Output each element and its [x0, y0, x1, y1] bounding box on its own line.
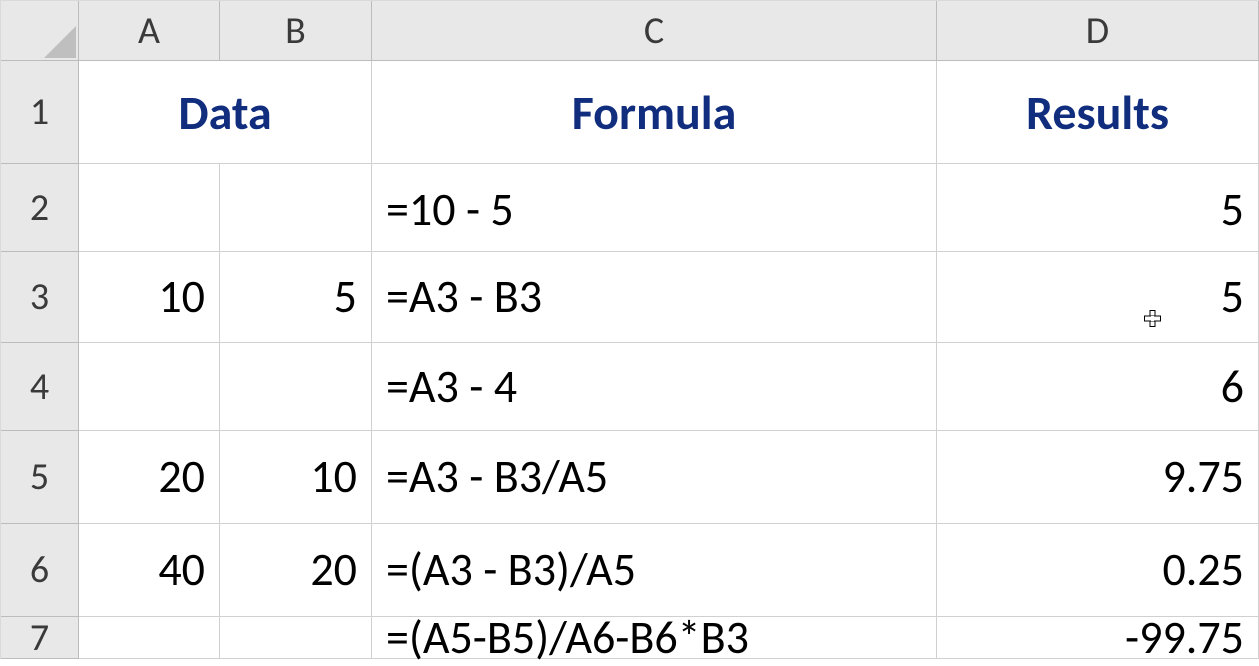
column-header-D[interactable]: D [937, 1, 1259, 61]
cell-C7[interactable]: =(A5-B5)/A6-B6*B3 [372, 617, 937, 659]
column-header-C[interactable]: C [372, 1, 937, 61]
cell-B4[interactable] [220, 343, 372, 431]
row-header-7[interactable]: 7 [1, 617, 79, 659]
cell-A5[interactable]: 20 [79, 431, 220, 524]
cell-A6[interactable]: 40 [79, 524, 220, 617]
row-header-label: 6 [30, 547, 49, 593]
cell-value: 20 [158, 449, 205, 505]
row-header-4[interactable]: 4 [1, 343, 79, 431]
cell-value: 0.25 [1162, 542, 1244, 598]
cell-B7[interactable] [220, 617, 372, 659]
header-formula-label: Formula [572, 83, 737, 142]
cell-value: =(A5-B5)/A6-B6*B3 [386, 610, 749, 666]
cell-value: =A3 - B3/A5 [386, 449, 608, 505]
column-header-label: C [644, 8, 664, 54]
cell-C5[interactable]: =A3 - B3/A5 [372, 431, 937, 524]
cell-B6[interactable]: 20 [220, 524, 372, 617]
cell-B3[interactable]: 5 [220, 252, 372, 343]
cell-value: 5 [1221, 269, 1244, 325]
column-header-A[interactable]: A [79, 1, 220, 61]
select-all-triangle-icon [40, 22, 76, 58]
cell-D1[interactable]: Results [937, 61, 1259, 164]
cell-B5[interactable]: 10 [220, 431, 372, 524]
cell-value: 10 [158, 269, 205, 325]
cell-B2[interactable] [220, 164, 372, 252]
cell-A2[interactable] [79, 164, 220, 252]
cell-C4[interactable]: =A3 - 4 [372, 343, 937, 431]
row-header-label: 5 [30, 454, 49, 500]
cell-C3[interactable]: =A3 - B3 [372, 252, 937, 343]
row-header-5[interactable]: 5 [1, 431, 79, 524]
cell-A3[interactable]: 10 [79, 252, 220, 343]
cell-D3[interactable]: 5 [937, 252, 1259, 343]
cell-C1[interactable]: Formula [372, 61, 937, 164]
cell-value: =10 - 5 [386, 182, 514, 238]
cell-value: 9.75 [1162, 449, 1244, 505]
cell-A4[interactable] [79, 343, 220, 431]
row-header-label: 2 [30, 185, 49, 231]
row-header-2[interactable]: 2 [1, 164, 79, 252]
row-header-label: 1 [30, 89, 49, 135]
row-header-1[interactable]: 1 [1, 61, 79, 164]
column-header-label: B [285, 8, 306, 54]
cell-D2[interactable]: 5 [937, 164, 1259, 252]
row-header-3[interactable]: 3 [1, 252, 79, 343]
cell-value: 6 [1221, 359, 1244, 415]
cell-C2[interactable]: =10 - 5 [372, 164, 937, 252]
row-header-label: 3 [30, 274, 49, 320]
header-results-label: Results [1026, 83, 1169, 142]
cell-A7[interactable] [79, 617, 220, 659]
cell-C6[interactable]: =(A3 - B3)/A5 [372, 524, 937, 617]
cell-value: 10 [310, 449, 357, 505]
cell-A1-B1-merged[interactable]: Data [79, 61, 372, 164]
cell-value: 20 [310, 542, 357, 598]
row-header-label: 7 [30, 615, 49, 661]
cell-value: 40 [158, 542, 205, 598]
cell-D5[interactable]: 9.75 [937, 431, 1259, 524]
header-data-label: Data [178, 83, 271, 142]
cell-D7[interactable]: -99.75 [937, 617, 1259, 659]
cell-value: =(A3 - B3)/A5 [386, 542, 636, 598]
cell-value: 5 [334, 269, 357, 325]
select-all-corner[interactable] [1, 1, 79, 61]
column-header-B[interactable]: B [220, 1, 372, 61]
row-header-6[interactable]: 6 [1, 524, 79, 617]
cell-D4[interactable]: 6 [937, 343, 1259, 431]
cell-value: -99.75 [1125, 610, 1244, 666]
cell-value: =A3 - 4 [386, 359, 517, 415]
spreadsheet-grid: A B C D 1 Data Formula Results 2 =10 - 5… [0, 0, 1259, 659]
cell-D6[interactable]: 0.25 [937, 524, 1259, 617]
column-header-label: A [138, 8, 160, 54]
column-header-label: D [1086, 8, 1109, 54]
cell-value: =A3 - B3 [386, 269, 542, 325]
cell-value: 5 [1221, 182, 1244, 238]
row-header-label: 4 [30, 364, 49, 410]
